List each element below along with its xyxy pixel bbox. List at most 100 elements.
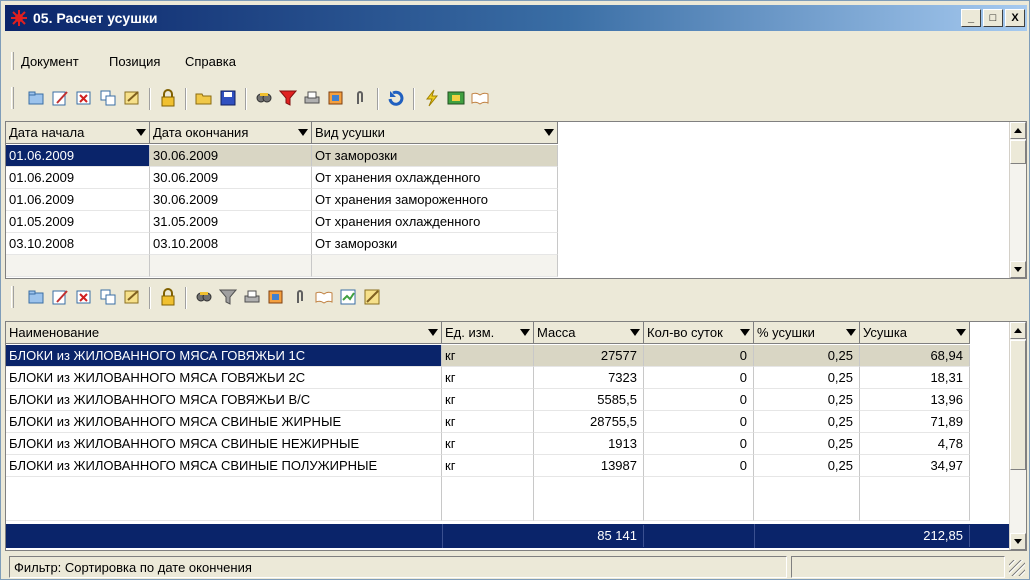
close-button[interactable]: X xyxy=(1005,9,1025,27)
properties-icon[interactable] xyxy=(123,89,141,107)
table-row-cell[interactable]: 0,25 xyxy=(754,433,860,455)
table-row-cell[interactable]: От заморозки xyxy=(312,233,558,255)
lock-icon[interactable] xyxy=(159,89,177,107)
items-scrollbar[interactable] xyxy=(1009,322,1026,550)
calculate-icon[interactable] xyxy=(423,89,441,107)
table-row-cell[interactable]: 0 xyxy=(644,455,754,477)
table-row-cell[interactable]: 31.05.2009 xyxy=(150,211,312,233)
table-row-cell[interactable]: БЛОКИ из ЖИЛОВАННОГО МЯСА ГОВЯЖЬИ 1С xyxy=(6,345,442,367)
table-row-cell[interactable]: 0 xyxy=(644,345,754,367)
column-header-unit[interactable]: Ед. изм. xyxy=(442,322,534,344)
table-row-cell[interactable]: 30.06.2009 xyxy=(150,145,312,167)
table-row-cell[interactable]: 0 xyxy=(644,367,754,389)
table-row-cell[interactable]: 01.06.2009 xyxy=(6,189,150,211)
filter-icon[interactable] xyxy=(219,288,237,306)
new-icon[interactable] xyxy=(27,89,45,107)
find-icon[interactable] xyxy=(195,288,213,306)
scroll-down-button[interactable] xyxy=(1010,261,1026,278)
table-row-cell[interactable]: кг xyxy=(442,411,534,433)
scroll-thumb[interactable] xyxy=(1010,140,1026,164)
table-row-cell[interactable]: От хранения охлажденного xyxy=(312,167,558,189)
table-row-cell[interactable]: 0 xyxy=(644,411,754,433)
scroll-down-button[interactable] xyxy=(1010,533,1026,550)
edit-icon[interactable] xyxy=(51,89,69,107)
sort-arrow-icon[interactable] xyxy=(956,329,966,336)
column-header-name[interactable]: Наименование xyxy=(6,322,442,344)
table-row-cell[interactable]: 68,94 xyxy=(860,345,970,367)
sort-arrow-icon[interactable] xyxy=(630,329,640,336)
scroll-up-button[interactable] xyxy=(1010,122,1026,139)
title-bar[interactable]: 05. Расчет усушки _ □ X xyxy=(5,5,1027,31)
report-icon[interactable] xyxy=(327,89,345,107)
table-row-cell[interactable]: 0,25 xyxy=(754,389,860,411)
refresh-icon[interactable] xyxy=(387,89,405,107)
table-row-cell[interactable]: БЛОКИ из ЖИЛОВАННОГО МЯСА СВИНЫЕ НЕЖИРНЫ… xyxy=(6,433,442,455)
sort-arrow-icon[interactable] xyxy=(298,129,308,136)
menu-position[interactable]: Позиция xyxy=(109,54,160,69)
maximize-button[interactable]: □ xyxy=(983,9,1003,27)
sort-arrow-icon[interactable] xyxy=(428,329,438,336)
table-row-cell[interactable]: От хранения охлажденного xyxy=(312,211,558,233)
table-row-cell[interactable] xyxy=(6,255,150,277)
table-row-cell[interactable]: кг xyxy=(442,367,534,389)
lock-icon[interactable] xyxy=(159,288,177,306)
table-row-cell[interactable]: 1913 xyxy=(534,433,644,455)
table-row-cell[interactable]: 0 xyxy=(644,433,754,455)
column-header-mass[interactable]: Масса xyxy=(534,322,644,344)
menu-help[interactable]: Справка xyxy=(185,54,236,69)
table-row-cell[interactable]: От хранения замороженного xyxy=(312,189,558,211)
table-row-cell[interactable]: БЛОКИ из ЖИЛОВАННОГО МЯСА СВИНЫЕ ЖИРНЫЕ xyxy=(6,411,442,433)
table-row-cell[interactable]: 13987 xyxy=(534,455,644,477)
column-header-shrinkage-percent[interactable]: % усушки xyxy=(754,322,860,344)
table-row-cell[interactable]: 30.06.2009 xyxy=(150,167,312,189)
sort-arrow-icon[interactable] xyxy=(846,329,856,336)
table-row-cell[interactable]: 13,96 xyxy=(860,389,970,411)
column-header-start-date[interactable]: Дата начала xyxy=(6,122,150,144)
table-row-cell[interactable]: 0,25 xyxy=(754,411,860,433)
scroll-thumb[interactable] xyxy=(1010,340,1026,470)
table-row-cell[interactable]: 0,25 xyxy=(754,455,860,477)
book-icon[interactable] xyxy=(315,288,333,306)
table-row-cell[interactable]: 03.10.2008 xyxy=(150,233,312,255)
book-icon[interactable] xyxy=(471,89,489,107)
table-row-cell[interactable]: 0 xyxy=(644,389,754,411)
scroll-up-button[interactable] xyxy=(1010,322,1026,339)
filter-icon[interactable] xyxy=(279,89,297,107)
table-row-cell[interactable]: 01.05.2009 xyxy=(6,211,150,233)
table-row-cell[interactable]: 7323 xyxy=(534,367,644,389)
table-row-cell[interactable]: 30.06.2009 xyxy=(150,189,312,211)
new-icon[interactable] xyxy=(27,288,45,306)
attach-icon[interactable] xyxy=(291,288,309,306)
delete-icon[interactable] xyxy=(75,89,93,107)
table-row-cell[interactable]: кг xyxy=(442,345,534,367)
copy-icon[interactable] xyxy=(99,288,117,306)
sheet-icon[interactable] xyxy=(339,288,357,306)
minimize-button[interactable]: _ xyxy=(961,9,981,27)
table-row-cell[interactable] xyxy=(312,255,558,277)
copy-icon[interactable] xyxy=(99,89,117,107)
table-row-cell[interactable]: кг xyxy=(442,455,534,477)
periods-scrollbar[interactable] xyxy=(1009,122,1026,278)
find-icon[interactable] xyxy=(255,89,273,107)
print-icon[interactable] xyxy=(303,89,321,107)
sort-arrow-icon[interactable] xyxy=(544,129,554,136)
table-row-cell[interactable]: 34,97 xyxy=(860,455,970,477)
sort-arrow-icon[interactable] xyxy=(740,329,750,336)
delete-icon[interactable] xyxy=(75,288,93,306)
table-row-cell[interactable]: 0,25 xyxy=(754,345,860,367)
open-folder-icon[interactable] xyxy=(195,89,213,107)
attach-icon[interactable] xyxy=(351,89,369,107)
exchange-icon[interactable] xyxy=(447,89,465,107)
column-header-days[interactable]: Кол-во суток xyxy=(644,322,754,344)
sort-arrow-icon[interactable] xyxy=(520,329,530,336)
table-row-cell[interactable]: 4,78 xyxy=(860,433,970,455)
save-icon[interactable] xyxy=(219,89,237,107)
menu-document[interactable]: Документ xyxy=(21,54,79,69)
table-row-cell[interactable]: 0,25 xyxy=(754,367,860,389)
print-icon[interactable] xyxy=(243,288,261,306)
table-row-cell[interactable]: БЛОКИ из ЖИЛОВАННОГО МЯСА СВИНЫЕ ПОЛУЖИР… xyxy=(6,455,442,477)
sort-arrow-icon[interactable] xyxy=(136,129,146,136)
report-icon[interactable] xyxy=(267,288,285,306)
table-row-cell[interactable]: 18,31 xyxy=(860,367,970,389)
table-row-cell[interactable]: 01.06.2009 xyxy=(6,167,150,189)
